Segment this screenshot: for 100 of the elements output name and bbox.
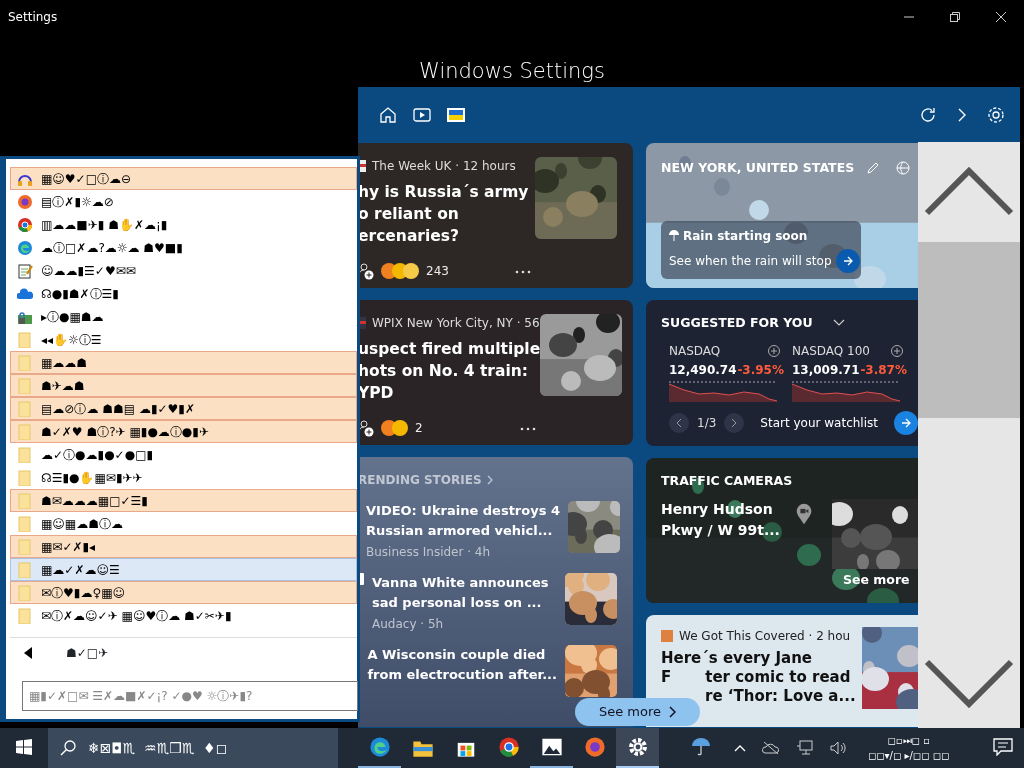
list-item[interactable]: ▥☁☁■✈▮ ☗✋✗☁¡▮: [10, 213, 357, 236]
window-title: Settings: [8, 9, 58, 26]
headline-text[interactable]: Here´s every Jane: [661, 649, 856, 668]
headline-text[interactable]: ter comic to read: [705, 668, 851, 687]
list-item[interactable]: ☁✓ⓘ●☁▮●✓●□▮: [10, 443, 357, 466]
list-item[interactable]: ✉ⓘ✗☁☺✓✈ ▦☺♥ⓘ☁ ☗✓✂✈▮: [10, 604, 357, 627]
edge-icon: [17, 239, 33, 256]
stock-name: NASDAQ: [669, 342, 721, 360]
chrome-icon: [497, 736, 520, 758]
section-title: RENDING STORIES: [358, 472, 482, 489]
chevron-up-icon: [734, 744, 746, 752]
network-icon: [796, 740, 814, 756]
stock-change: -3.95%: [737, 361, 784, 379]
list-item[interactable]: ▦☺♥✓□ⓘ☁⊖: [10, 167, 357, 190]
taskbar-app[interactable]: [616, 728, 659, 768]
folder-icon: [17, 331, 33, 348]
list-item[interactable]: ☗✈☁☗: [10, 374, 357, 397]
list-item[interactable]: ▦☁☁☗: [10, 351, 357, 374]
headline-text[interactable]: re ‘Thor: Love a...: [705, 687, 856, 706]
headline-text[interactable]: Vanna White announces sad personal loss on ...: [372, 573, 549, 613]
folder-icon: [17, 492, 33, 509]
chevron-right-icon: [486, 475, 493, 485]
cloud-icon: [17, 285, 33, 302]
alert-title: Rain starting soon: [683, 228, 808, 245]
settings-icon: [626, 736, 649, 758]
list-item[interactable]: ▦✉✓✗▮◂: [10, 535, 357, 558]
search-field[interactable]: ▦▮✓✗□✉ ☰✗☁■✗✓¡? ✓●♥ ☼ⓘ✈▮?: [22, 681, 358, 711]
scrollbar-thumb[interactable]: [918, 242, 1020, 418]
firefox-icon: [583, 736, 606, 758]
arrow-button[interactable]: [894, 410, 918, 435]
search-input[interactable]: ❄⊠◘♏ ♒♏❒♏ ♦◻: [86, 736, 326, 760]
alert-text: See when the rain will stop: [669, 253, 832, 270]
weather-card[interactable]: NEW YORK, UNITED STATES Rain starting soon See when the rain will stop: [646, 143, 918, 288]
chevron-right-icon: [669, 706, 677, 718]
add-icon: [768, 344, 780, 357]
headline-text[interactable]: VIDEO: Ukraine destroys 4 Russian armored vehicl...: [366, 501, 560, 541]
arrow-right-icon: [842, 256, 853, 266]
source-text: WPIX New York City, NY · 56: [372, 315, 540, 332]
source-text: We Got This Covered · 2 hou: [679, 628, 851, 645]
reaction-emoji-icon: [380, 419, 409, 437]
more-icon: [515, 270, 531, 274]
settings-icon: [986, 104, 1006, 125]
folder-icon: [17, 377, 33, 394]
add-icon: [891, 344, 903, 357]
folder-icon: [17, 607, 33, 624]
folder-icon: [17, 561, 33, 578]
chevron-down-icon: [923, 658, 1015, 708]
list-item[interactable]: ☊●▮☗✗ⓘ☰▮: [10, 282, 357, 305]
reaction-count: 243: [426, 263, 449, 280]
location-title: NEW YORK, UNITED STATES: [661, 158, 855, 177]
notification-icon: [992, 738, 1013, 756]
stock-change: -3.87%: [860, 361, 907, 379]
edge-icon: [368, 736, 391, 758]
chrome-icon: [17, 216, 33, 233]
restore-icon: [950, 12, 960, 22]
list-item[interactable]: ☺☁☁▮☰✓♥✉✉: [10, 259, 357, 282]
globe-icon: [896, 161, 911, 175]
back-label[interactable]: ☗✓□✈: [66, 643, 109, 662]
chevron-up-icon: [923, 167, 1015, 217]
close-icon: [996, 12, 1006, 22]
notepad-icon: [17, 262, 33, 279]
section-title: SUGGESTED FOR YOU: [661, 314, 813, 332]
list-item[interactable]: ☗✉☁☁☁▦□✓☰▮: [10, 489, 357, 512]
back-icon: [24, 646, 32, 659]
stock-name: NASDAQ 100: [792, 342, 870, 360]
arrow-right-icon: [901, 417, 911, 428]
umbrella-icon: [669, 230, 679, 242]
source-logo-icon: [661, 630, 673, 642]
umbrella-icon: [690, 737, 711, 757]
folder-icon: [17, 469, 33, 486]
folder-icon: [17, 400, 33, 417]
list-item[interactable]: ☗✓✗♥ ☗ⓘ?✈ ▦▮●☁ⓘ●▮✈: [10, 420, 357, 443]
clock[interactable]: ◻▫⏭◻ ▫ ◻◻▾/◻ ▸/◻◻ ◻◻: [868, 733, 950, 763]
chevron-down-icon: [832, 319, 845, 328]
page-heading: Windows Settings: [418, 58, 606, 85]
list-item[interactable]: ▸ⓘ●▦☗☁: [10, 305, 357, 328]
headline-text[interactable]: F: [661, 668, 672, 687]
watchlist-link[interactable]: Start your watchlist: [760, 413, 878, 432]
list-item[interactable]: ▤☁⊘ⓘ☁ ☗☗▤ ☁▮✓♥▮✗: [10, 397, 357, 420]
folder-icon: [17, 515, 33, 532]
list-item[interactable]: ▦☁✓✗☁☺☰: [10, 558, 357, 581]
chevron-left-icon: [676, 417, 682, 428]
see-more-button[interactable]: See more: [575, 698, 700, 726]
list-item[interactable]: ✉ⓘ♥▮☁♀▦☺: [10, 581, 357, 604]
windows-icon: [16, 739, 32, 755]
list-item[interactable]: ☊☰▮●✋▦✉▮✈✈: [10, 466, 357, 489]
pencil-icon: [866, 161, 881, 175]
headline-text[interactable]: A Wisconsin couple died from electrocution after...: [367, 645, 557, 685]
page-indicator: 1/3: [697, 414, 717, 432]
folder-icon: [17, 423, 33, 440]
volume-icon: [830, 740, 848, 756]
folder-icon: [17, 446, 33, 463]
list-item[interactable]: ▦☺▦☁☗ⓘ☁: [10, 512, 357, 535]
folder-icon: [17, 584, 33, 601]
firefox-icon: [17, 193, 33, 210]
list-item[interactable]: ▤ⓘ✗▮☼☁⊘: [10, 190, 357, 213]
search-box[interactable]: ❄⊠◘♏ ♒♏❒♏ ♦◻: [48, 728, 338, 768]
folder-icon: [17, 354, 33, 371]
reaction-emoji-icon: [380, 262, 420, 280]
list-item[interactable]: ☁ⓘ□✗☁?☁☼☁ ☗♥■▮: [10, 236, 357, 259]
